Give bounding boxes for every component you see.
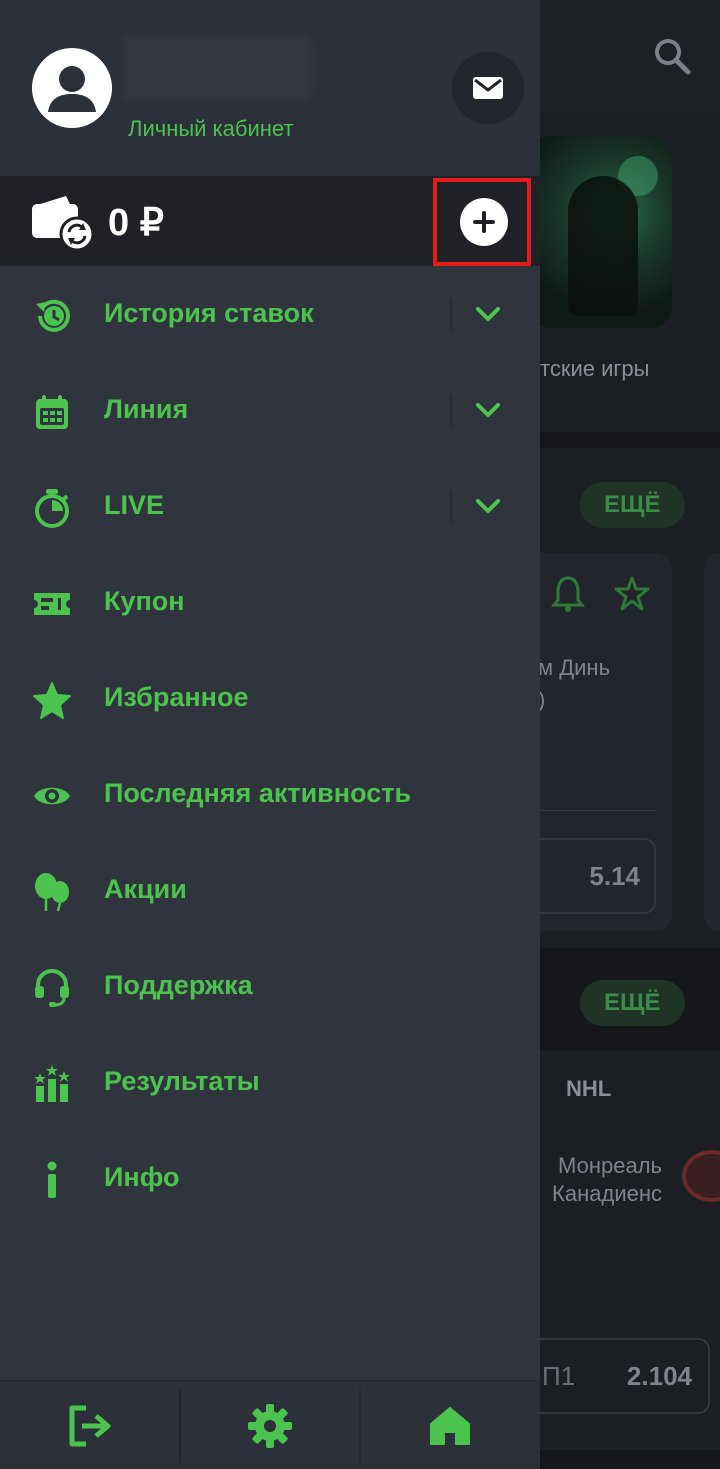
chevron-down-icon[interactable] (474, 494, 502, 518)
star-outline-icon[interactable] (614, 574, 650, 614)
bg-top-bar (540, 0, 720, 110)
menu-item-label: Купон (104, 586, 185, 616)
bell-icon[interactable] (550, 574, 586, 614)
chevron-down-icon[interactable] (474, 302, 502, 326)
drawer-bottom-bar (0, 1380, 540, 1469)
menu-item-recent-activity[interactable]: Последняя активность (0, 746, 540, 842)
menu-item-coupon[interactable]: Купон (0, 554, 540, 650)
user-avatar-icon[interactable] (32, 48, 112, 128)
menu-item-label: Акции (104, 874, 187, 904)
menu-item-label: История ставок (104, 298, 314, 328)
chevron-down-icon[interactable] (474, 398, 502, 422)
menu-item-live[interactable]: LIVE (0, 458, 540, 554)
search-icon[interactable] (652, 36, 692, 76)
bg-odd-button-2[interactable]: П1 2.104 (526, 1338, 710, 1414)
menu-item-promotions[interactable]: Акции (0, 842, 540, 938)
calendar-icon (36, 395, 68, 429)
bg-game-label: тские игры (540, 356, 650, 381)
menu-item-label: Линия (104, 394, 189, 424)
bg-event-card-next[interactable] (704, 553, 720, 931)
bg-more-button-2[interactable]: ЕЩЁ (580, 980, 685, 1026)
home-button[interactable] (360, 1381, 540, 1469)
menu-item-support[interactable]: Поддержка (0, 938, 540, 1034)
messages-button[interactable] (452, 52, 524, 124)
divider (450, 298, 452, 330)
menu-item-label: Избранное (104, 682, 249, 712)
menu-item-label: Инфо (104, 1162, 180, 1192)
drawer-header: Личный кабинет (0, 0, 540, 176)
gear-icon (248, 1403, 292, 1448)
logout-button[interactable] (0, 1381, 180, 1469)
bg-more-button[interactable]: ЕЩЁ (580, 482, 685, 528)
logout-icon (69, 1405, 111, 1446)
menu-item-label: Поддержка (104, 970, 253, 1000)
bg-odd-button[interactable]: 5.14 (526, 838, 656, 914)
bg-game-tile[interactable] (528, 136, 672, 328)
username-blurred (122, 34, 312, 102)
divider (450, 490, 452, 522)
drawer-menu: История ставок Линия LIVE Купон Избранно… (0, 266, 540, 1226)
menu-item-info[interactable]: Инфо (0, 1130, 540, 1226)
history-icon (36, 299, 70, 332)
bg-divider (540, 810, 656, 811)
menu-item-line[interactable]: Линия (0, 362, 540, 458)
menu-item-label: Последняя активность (104, 778, 412, 808)
menu-item-label: LIVE (104, 490, 165, 520)
envelope-icon (473, 77, 503, 99)
highlight-box (433, 178, 531, 266)
ticket-icon (34, 593, 70, 615)
balloons-icon (35, 873, 69, 912)
wallet-refresh-icon[interactable] (30, 192, 94, 252)
menu-item-results[interactable]: Результаты (0, 1034, 540, 1130)
headset-icon (35, 969, 69, 1007)
balance-amount: 0 ₽ (108, 202, 164, 244)
divider (450, 394, 452, 426)
bg-team-name: м Динь ) (538, 655, 611, 712)
home-icon (430, 1406, 470, 1445)
personal-cabinet-link[interactable]: Личный кабинет (128, 116, 294, 142)
menu-item-label: Результаты (104, 1066, 260, 1096)
settings-button[interactable] (180, 1381, 360, 1469)
eye-icon (34, 787, 70, 805)
side-drawer: Личный кабинет 0 ₽ История ставок Линия … (0, 0, 540, 1469)
bg-team-name-2: Монреаль Канадиенс (552, 1153, 662, 1206)
bg-league-label: NHL (566, 1076, 612, 1101)
menu-item-favorites[interactable]: Избранное (0, 650, 540, 746)
results-icon (34, 1065, 70, 1102)
stopwatch-icon (35, 489, 69, 528)
star-icon (33, 682, 71, 719)
menu-item-bet-history[interactable]: История ставок (0, 266, 540, 362)
info-icon (47, 1161, 57, 1198)
